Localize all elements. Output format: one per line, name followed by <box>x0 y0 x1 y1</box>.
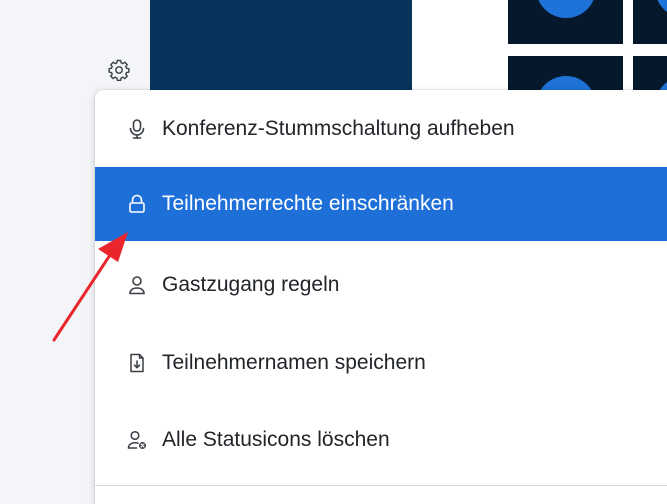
user-clear-status-icon <box>126 429 148 451</box>
menu-item-label: Gastzugang regeln <box>162 273 340 296</box>
gear-icon[interactable] <box>107 58 131 82</box>
microphone-icon <box>126 118 148 140</box>
video-tile <box>508 0 623 44</box>
conference-options-menu: Konferenz-Stummschaltung aufheben Teilne… <box>95 90 667 504</box>
menu-item-unmute-conference[interactable]: Konferenz-Stummschaltung aufheben <box>95 92 667 166</box>
menu-item-label: Teilnehmernamen speichern <box>162 351 426 374</box>
menu-item-label: Konferenz-Stummschaltung aufheben <box>162 117 515 140</box>
menu-item-label: Teilnehmerrechte einschränken <box>162 192 454 215</box>
menu-divider <box>95 485 667 486</box>
lock-icon <box>126 193 148 215</box>
video-tile <box>633 0 667 44</box>
file-download-icon <box>126 352 148 374</box>
menu-item-label: Alle Statusicons löschen <box>162 428 390 451</box>
user-icon <box>126 274 148 296</box>
avatar <box>655 0 667 18</box>
menu-item-guest-access[interactable]: Gastzugang regeln <box>95 248 667 322</box>
menu-item-restrict-participant-rights[interactable]: Teilnehmerrechte einschränken <box>95 167 667 241</box>
presentation-area <box>150 0 412 92</box>
menu-item-clear-status-icons[interactable]: Alle Statusicons löschen <box>95 403 667 477</box>
menu-item-save-participant-names[interactable]: Teilnehmernamen speichern <box>95 326 667 400</box>
avatar <box>536 0 596 18</box>
